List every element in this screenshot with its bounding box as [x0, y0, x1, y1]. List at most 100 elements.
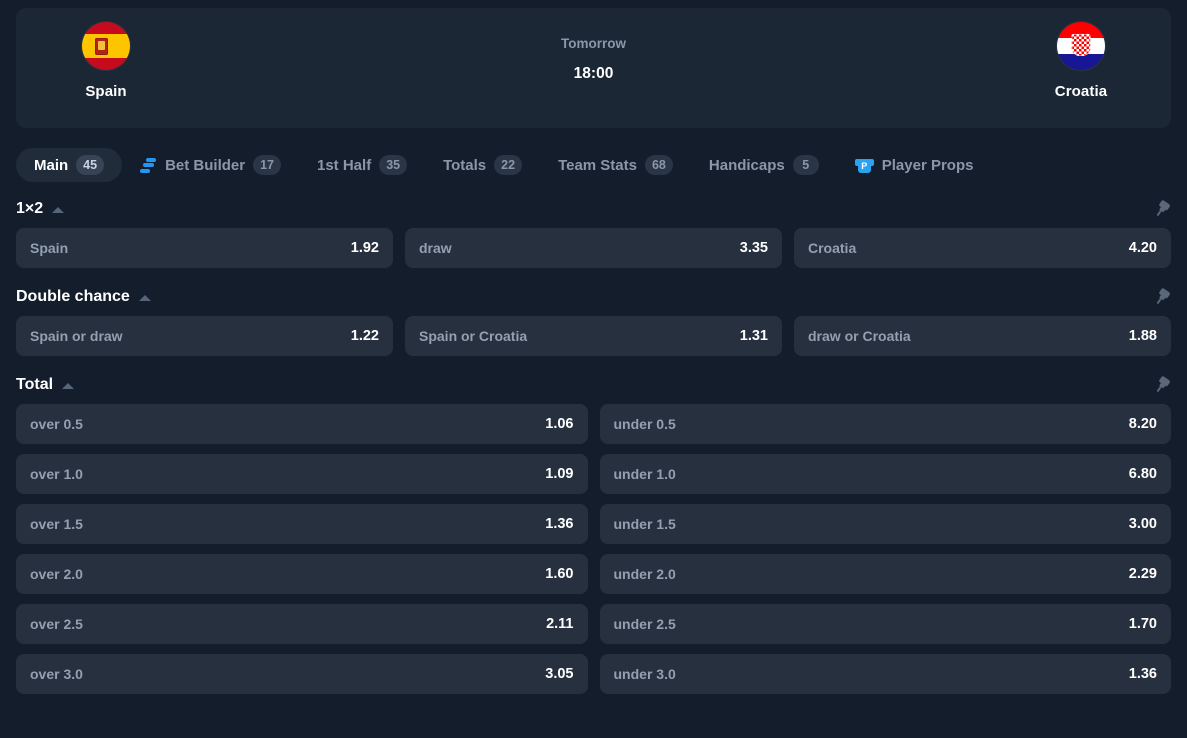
odds-selection-label: under 1.0 [613, 466, 676, 482]
odds-selection-label: under 0.5 [613, 416, 676, 432]
odds-button[interactable]: draw 3.35 [405, 228, 782, 268]
odds-button[interactable]: over 1.5 1.36 [16, 504, 588, 544]
odds-button[interactable]: Spain 1.92 [16, 228, 393, 268]
odds-value: 8.20 [1128, 416, 1157, 432]
tab-player-props[interactable]: P Player Props [837, 148, 992, 182]
odds-button[interactable]: over 2.5 2.11 [16, 604, 588, 644]
odds-button[interactable]: Spain or Croatia 1.31 [405, 316, 782, 356]
odds-value: 1.88 [1128, 328, 1157, 344]
odds-row: over 3.0 3.05 under 3.0 1.36 [0, 654, 1187, 694]
caret-up-icon[interactable] [62, 383, 75, 389]
odds-button[interactable]: over 0.5 1.06 [16, 404, 588, 444]
odds-button[interactable]: Croatia 4.20 [794, 228, 1171, 268]
markets-container: 1×2 Spain 1.92 draw 3.35 Croatia 4.20 Double ch… [0, 190, 1187, 694]
odds-selection-label: Spain or draw [30, 328, 123, 344]
tab-badge: 5 [792, 155, 819, 175]
home-team-name: Spain [85, 83, 127, 100]
tab-label: Handicaps [708, 156, 785, 174]
market-section: Double chance Spain or draw 1.22 Spain or C… [0, 278, 1187, 356]
odds-selection-label: over 1.5 [30, 516, 83, 532]
tab-label: Main [34, 156, 69, 174]
odds-selection-label: over 3.0 [30, 666, 83, 682]
odds-value: 1.22 [350, 328, 379, 344]
odds-selection-label: under 1.5 [613, 516, 676, 532]
tab-label: Totals [443, 156, 487, 174]
odds-button[interactable]: under 0.5 8.20 [599, 404, 1171, 444]
odds-value: 3.35 [739, 240, 768, 256]
market-section: Total over 0.5 1.06 under 0.5 8.20 over 1.0 1.… [0, 366, 1187, 694]
odds-selection-label: over 1.0 [30, 466, 83, 482]
odds-button[interactable]: over 3.0 3.05 [16, 654, 588, 694]
odds-value: 1.36 [1128, 666, 1157, 682]
croatia-flag-icon [1057, 22, 1105, 70]
tab-label: Bet Builder [165, 156, 246, 174]
match-header-card: Spain Tomorrow 18:00 Croatia [16, 8, 1171, 128]
tab-label: Team Stats [558, 156, 637, 174]
odds-selection-label: over 0.5 [30, 416, 83, 432]
odds-value: 3.00 [1128, 516, 1157, 532]
odds-selection-label: Croatia [808, 240, 857, 256]
tab-bet-builder[interactable]: Bet Builder 17 [122, 148, 299, 182]
odds-button[interactable]: Spain or draw 1.22 [16, 316, 393, 356]
market-title: Double chance [16, 288, 130, 305]
tab-handicaps[interactable]: Handicaps 5 [691, 148, 837, 182]
tab-label: 1st Half [317, 156, 372, 174]
odds-value: 1.70 [1128, 616, 1157, 632]
caret-up-icon[interactable] [138, 295, 151, 301]
odds-row: over 1.0 1.09 under 1.0 6.80 [0, 454, 1187, 494]
odds-button[interactable]: over 2.0 1.60 [16, 554, 588, 594]
odds-value: 6.80 [1128, 466, 1157, 482]
pin-icon[interactable] [1149, 196, 1174, 221]
odds-selection-label: Spain [30, 240, 69, 256]
odds-selection-label: over 2.0 [30, 566, 83, 582]
odds-button[interactable]: over 1.0 1.09 [16, 454, 588, 494]
odds-button[interactable]: under 3.0 1.36 [599, 654, 1171, 694]
market-tab-bar[interactable]: Main 45 Bet Builder 17 1st Half 35 Totals 22 Tea… [16, 148, 1187, 182]
odds-value: 1.31 [739, 328, 768, 344]
tab-1st-half[interactable]: 1st Half 35 [299, 148, 425, 182]
market-header[interactable]: Total [0, 366, 1187, 404]
tab-badge: 45 [76, 155, 105, 175]
odds-button[interactable]: under 1.5 3.00 [599, 504, 1171, 544]
tab-totals[interactable]: Totals 22 [425, 148, 540, 182]
odds-button[interactable]: under 2.5 1.70 [599, 604, 1171, 644]
odds-selection-label: draw [419, 240, 452, 256]
odds-selection-label: under 3.0 [613, 666, 676, 682]
odds-value: 1.06 [545, 416, 574, 432]
market-header[interactable]: 1×2 [0, 190, 1187, 228]
caret-up-icon[interactable] [52, 207, 65, 213]
odds-value: 2.29 [1128, 566, 1157, 582]
odds-value: 1.60 [545, 566, 574, 582]
odds-button[interactable]: under 1.0 6.80 [599, 454, 1171, 494]
away-team-name: Croatia [1054, 83, 1108, 100]
tab-label: Player Props [881, 156, 974, 174]
bet-builder-icon [140, 157, 157, 174]
odds-value: 2.11 [546, 616, 574, 632]
odds-row: over 2.0 1.60 under 2.0 2.29 [0, 554, 1187, 594]
odds-button[interactable]: under 2.0 2.29 [599, 554, 1171, 594]
tab-badge: 35 [379, 155, 408, 175]
away-team[interactable]: Croatia [991, 22, 1171, 100]
market-section: 1×2 Spain 1.92 draw 3.35 Croatia 4.20 [0, 190, 1187, 268]
jersey-icon: P [854, 157, 874, 174]
odds-selection-label: Spain or Croatia [419, 328, 528, 344]
odds-button[interactable]: draw or Croatia 1.88 [794, 316, 1171, 356]
odds-value: 1.09 [545, 466, 574, 482]
pin-icon[interactable] [1149, 372, 1174, 397]
market-header[interactable]: Double chance [0, 278, 1187, 316]
odds-selection-label: draw or Croatia [808, 328, 911, 344]
odds-value: 1.92 [350, 240, 379, 256]
odds-selection-label: under 2.0 [613, 566, 676, 582]
market-title: Total [16, 376, 54, 393]
tab-badge: 17 [253, 155, 281, 175]
odds-selection-label: over 2.5 [30, 616, 83, 632]
odds-value: 1.36 [545, 516, 574, 532]
pin-icon[interactable] [1149, 284, 1174, 309]
tab-team-stats[interactable]: Team Stats 68 [540, 148, 691, 182]
odds-value: 4.20 [1128, 240, 1157, 256]
odds-row: Spain 1.92 draw 3.35 Croatia 4.20 [0, 228, 1187, 268]
tab-main[interactable]: Main 45 [16, 148, 123, 182]
odds-row: over 2.5 2.11 under 2.5 1.70 [0, 604, 1187, 644]
odds-row: over 0.5 1.06 under 0.5 8.20 [0, 404, 1187, 444]
tab-badge: 22 [494, 155, 523, 175]
